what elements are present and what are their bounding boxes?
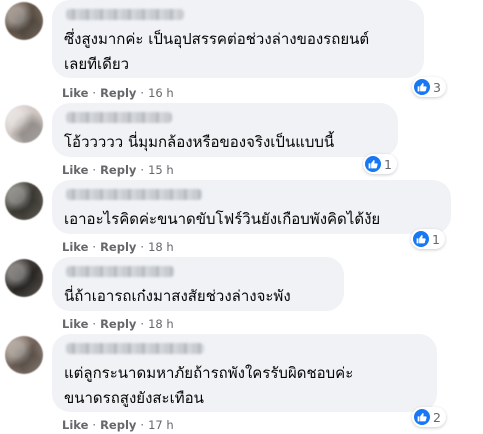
separator-dot: · xyxy=(92,163,97,177)
reaction-count: 1 xyxy=(384,156,392,172)
author-name-blurred[interactable] xyxy=(66,266,174,277)
comment-actions: Like · Reply · 16 h xyxy=(62,86,174,100)
avatar[interactable] xyxy=(5,2,43,40)
reply-link[interactable]: Reply xyxy=(100,240,136,254)
avatar[interactable] xyxy=(5,259,43,297)
reaction-count-badge[interactable]: 2 xyxy=(412,407,446,427)
comment-text: แต่ลูกระนาดมหาภัยถ้ารถพังใครรับผิดชอบค่ะ… xyxy=(64,364,354,407)
thumbs-up-icon xyxy=(365,156,381,172)
like-link[interactable]: Like xyxy=(62,240,88,254)
comment-bubble: แต่ลูกระนาดมหาภัยถ้ารถพังใครรับผิดชอบค่ะ… xyxy=(52,334,437,412)
timestamp[interactable]: 17 h xyxy=(148,418,174,432)
separator-dot: · xyxy=(92,418,97,432)
comment-bubble: เอาอะไรคิดค่ะขนาดขับโฟร์วินยังเกือบพังคิ… xyxy=(52,180,451,234)
like-link[interactable]: Like xyxy=(62,86,88,100)
timestamp[interactable]: 16 h xyxy=(148,86,174,100)
comment-bubble: โอ้ววววว นี่มุมกล้องหรือของจริงเป็นแบบนี… xyxy=(52,103,398,157)
comment-text: นี่ถ้าเอารถเก๋งมาสงสัยช่วงล่างจะพัง xyxy=(64,287,291,305)
separator-dot: · xyxy=(140,317,145,331)
author-name-blurred[interactable] xyxy=(66,112,172,123)
comment-actions: Like · Reply · 18 h xyxy=(62,317,174,331)
reaction-count: 2 xyxy=(433,409,441,425)
author-name-blurred[interactable] xyxy=(66,343,204,354)
comment-bubble: ซึ่งสูงมากค่ะ เป็นอุปสรรคต่อช่วงล่างของร… xyxy=(52,0,424,78)
thumbs-up-icon xyxy=(414,409,430,425)
author-name-blurred[interactable] xyxy=(66,9,184,20)
separator-dot: · xyxy=(140,163,145,177)
separator-dot: · xyxy=(92,240,97,254)
reaction-count-badge[interactable]: 1 xyxy=(363,154,397,174)
comment-actions: Like · Reply · 15 h xyxy=(62,163,174,177)
reply-link[interactable]: Reply xyxy=(100,86,136,100)
reply-link[interactable]: Reply xyxy=(100,163,136,177)
comment-text: เอาอะไรคิดค่ะขนาดขับโฟร์วินยังเกือบพังคิ… xyxy=(64,210,381,228)
comment-text: ซึ่งสูงมากค่ะ เป็นอุปสรรคต่อช่วงล่างของร… xyxy=(64,30,370,73)
separator-dot: · xyxy=(92,317,97,331)
avatar[interactable] xyxy=(5,105,43,143)
timestamp[interactable]: 18 h xyxy=(148,317,174,331)
comment-bubble: นี่ถ้าเอารถเก๋งมาสงสัยช่วงล่างจะพัง xyxy=(52,257,344,311)
comment-actions: Like · Reply · 18 h xyxy=(62,240,174,254)
separator-dot: · xyxy=(140,418,145,432)
like-link[interactable]: Like xyxy=(62,163,88,177)
avatar[interactable] xyxy=(5,336,43,374)
separator-dot: · xyxy=(140,86,145,100)
separator-dot: · xyxy=(92,86,97,100)
thumbs-up-icon xyxy=(413,231,429,247)
separator-dot: · xyxy=(140,240,145,254)
timestamp[interactable]: 15 h xyxy=(148,163,174,177)
author-name-blurred[interactable] xyxy=(66,189,202,200)
avatar[interactable] xyxy=(5,182,43,220)
reply-link[interactable]: Reply xyxy=(100,317,136,331)
comment-actions: Like · Reply · 17 h xyxy=(62,418,174,432)
reaction-count: 1 xyxy=(432,231,440,247)
like-link[interactable]: Like xyxy=(62,317,88,331)
like-link[interactable]: Like xyxy=(62,418,88,432)
thumbs-up-icon xyxy=(414,79,430,95)
timestamp[interactable]: 18 h xyxy=(148,240,174,254)
comment-text: โอ้ววววว นี่มุมกล้องหรือของจริงเป็นแบบนี… xyxy=(64,133,335,151)
reply-link[interactable]: Reply xyxy=(100,418,136,432)
reaction-count-badge[interactable]: 1 xyxy=(411,229,445,249)
reaction-count-badge[interactable]: 3 xyxy=(412,77,446,97)
reaction-count: 3 xyxy=(433,79,441,95)
